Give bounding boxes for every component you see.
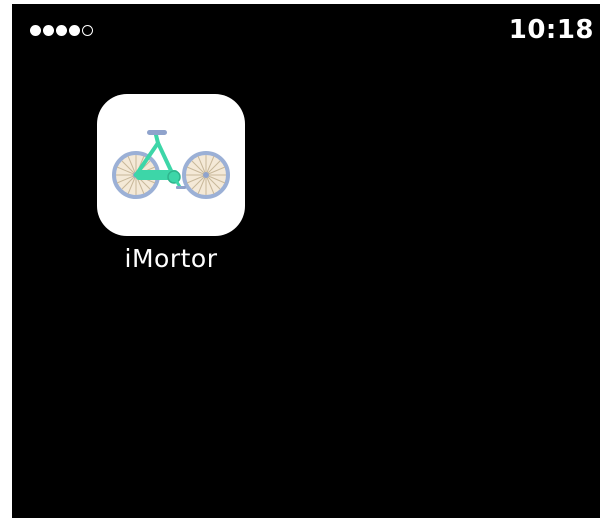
signal-dot — [69, 25, 80, 36]
signal-dot — [30, 25, 41, 36]
signal-strength-indicator — [30, 25, 93, 36]
home-screen: 10:18 iMortor — [12, 4, 600, 518]
signal-dot — [56, 25, 67, 36]
app-icon[interactable] — [97, 94, 245, 236]
status-bar: 10:18 — [12, 4, 600, 56]
signal-dot — [43, 25, 54, 36]
app-label: iMortor — [124, 244, 218, 273]
bicycle-icon — [112, 130, 230, 199]
app-imortor[interactable]: iMortor — [96, 94, 246, 273]
signal-dot — [82, 25, 93, 36]
status-time: 10:18 — [508, 15, 594, 45]
